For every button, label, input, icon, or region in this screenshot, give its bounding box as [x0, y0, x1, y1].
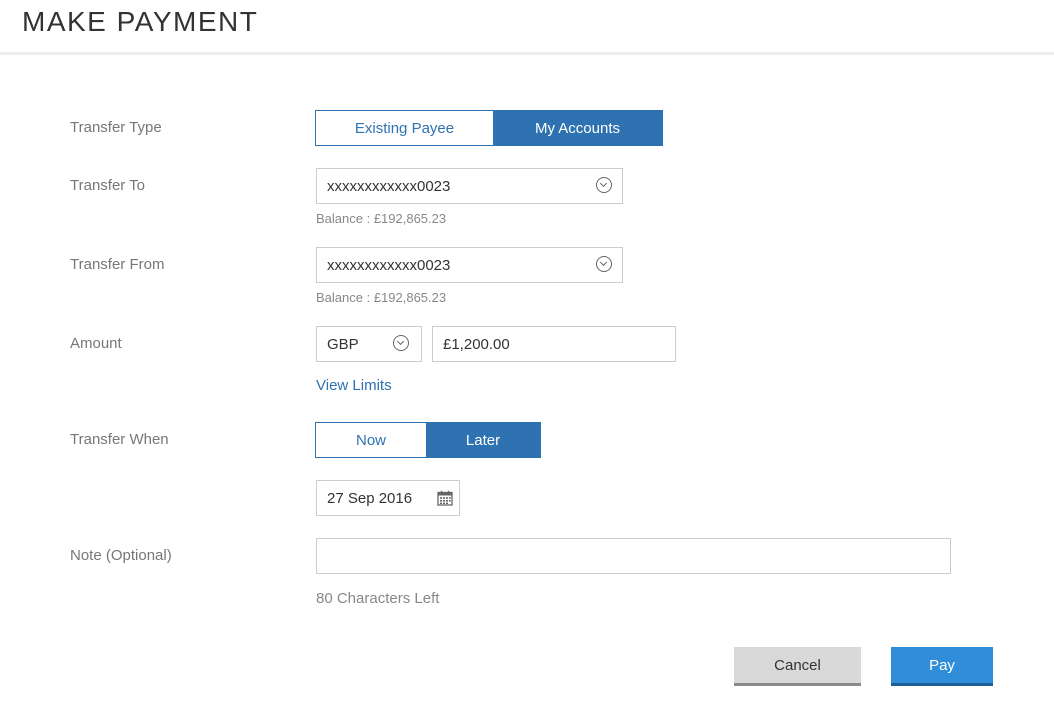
transfer-when-toggle: Now Later — [315, 422, 541, 458]
transfer-from-value: xxxxxxxxxxxx0023 — [327, 257, 451, 274]
view-limits-link[interactable]: View Limits — [316, 377, 392, 394]
cancel-button[interactable]: Cancel — [734, 647, 861, 686]
transfer-type-label: Transfer Type — [70, 119, 162, 136]
amount-value: £1,200.00 — [443, 336, 510, 353]
chevron-down-icon — [393, 335, 409, 351]
make-payment-page: MAKE PAYMENT Transfer Type Existing Paye… — [0, 0, 1054, 701]
transfer-from-label: Transfer From — [70, 256, 165, 273]
calendar-icon[interactable] — [437, 490, 453, 506]
transfer-to-select[interactable]: xxxxxxxxxxxx0023 — [316, 168, 623, 204]
later-option[interactable]: Later — [426, 423, 540, 457]
page-header: MAKE PAYMENT — [0, 0, 1054, 55]
characters-left: 80 Characters Left — [316, 590, 440, 607]
date-value: 27 Sep 2016 — [327, 490, 413, 507]
page-title: MAKE PAYMENT — [22, 6, 259, 37]
transfer-to-balance: Balance : £192,865.23 — [316, 211, 447, 226]
transfer-when-label: Transfer When — [70, 431, 169, 448]
transfer-to-label: Transfer To — [70, 177, 146, 194]
existing-payee-option[interactable]: Existing Payee — [316, 111, 493, 145]
transfer-to-value: xxxxxxxxxxxx0023 — [327, 178, 451, 195]
pay-button[interactable]: Pay — [891, 647, 993, 686]
chevron-down-icon — [596, 256, 612, 272]
note-input[interactable] — [316, 538, 951, 574]
my-accounts-option[interactable]: My Accounts — [493, 111, 662, 145]
transfer-type-toggle: Existing Payee My Accounts — [315, 110, 663, 146]
date-picker[interactable]: 27 Sep 2016 — [316, 480, 460, 516]
now-option[interactable]: Now — [316, 423, 426, 457]
note-label: Note (Optional) — [70, 547, 172, 564]
chevron-down-icon — [596, 177, 612, 193]
amount-input[interactable]: £1,200.00 — [432, 326, 676, 362]
amount-label: Amount — [70, 335, 122, 352]
currency-value: GBP — [327, 336, 359, 353]
transfer-from-balance: Balance : £192,865.23 — [316, 290, 447, 305]
currency-select[interactable]: GBP — [316, 326, 422, 362]
transfer-from-select[interactable]: xxxxxxxxxxxx0023 — [316, 247, 623, 283]
